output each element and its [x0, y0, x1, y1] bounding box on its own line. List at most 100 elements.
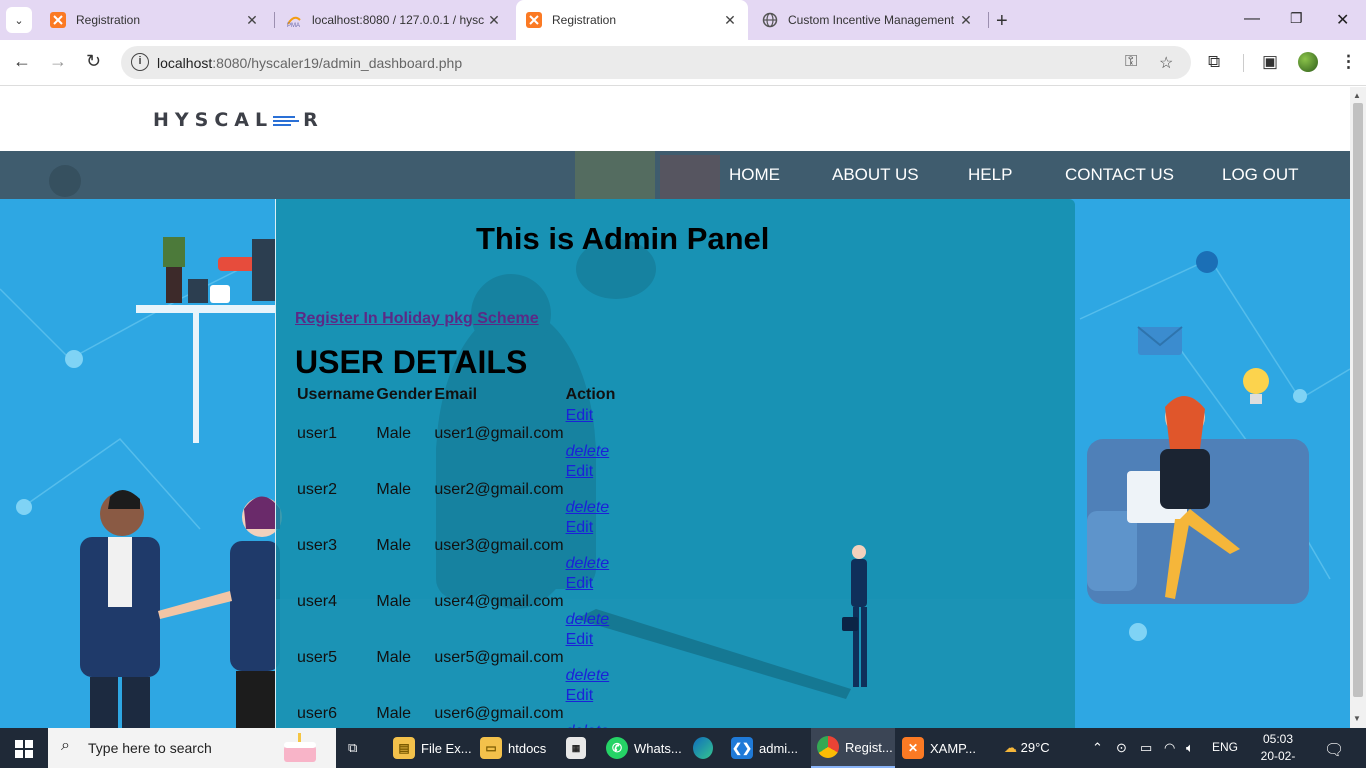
clock-date: 20-02-2024 — [1260, 749, 1296, 768]
taskbar-app-xampp[interactable]: ✕ XAMP... — [902, 728, 982, 768]
tab-title: localhost:8080 / 127.0.0.1 / hysc — [312, 13, 485, 27]
cell-username: user2 — [297, 481, 338, 498]
taskbar-app-chrome[interactable]: Regist... — [811, 728, 895, 768]
address-bar[interactable]: i localhost:8080/hyscaler19/admin_dashbo… — [121, 46, 1191, 79]
language-indicator[interactable]: ENG — [1212, 740, 1238, 754]
close-icon[interactable]: ✕ — [486, 12, 502, 29]
taskbar-app-edge[interactable] — [693, 728, 719, 768]
task-view-icon[interactable]: ⧉ — [348, 728, 374, 768]
tab-title: Registration — [552, 13, 617, 27]
nav-log-out[interactable]: LOG OUT — [1222, 165, 1299, 185]
reload-icon[interactable]: ↻ — [86, 51, 101, 72]
clock-time: 05:03 — [1262, 732, 1294, 746]
battery-icon[interactable]: ▭ — [1140, 740, 1152, 756]
xampp-icon — [50, 12, 66, 28]
weather-widget[interactable]: ☁ 29°C — [1004, 740, 1050, 756]
side-panel-icon[interactable]: ▣ — [1262, 52, 1278, 72]
edit-link[interactable]: Edit — [566, 575, 616, 593]
table-row: user2 Male user2@gmail.com Edit delete — [297, 463, 615, 517]
cell-action: Edit delete — [566, 463, 616, 517]
password-key-icon[interactable]: ⚿ — [1125, 53, 1137, 71]
globe-icon — [762, 12, 778, 28]
system-clock[interactable]: 05:03 20-02-2024 — [1250, 731, 1306, 768]
close-icon[interactable]: ✕ — [958, 12, 974, 29]
edit-link[interactable]: Edit — [566, 463, 616, 481]
page-scrollbar[interactable]: ▲ ▼ — [1350, 87, 1366, 728]
admin-panel: This is Admin Panel Register In Holiday … — [275, 199, 1075, 728]
edit-link[interactable]: Edit — [566, 687, 616, 705]
cell-gender: Male — [376, 537, 412, 554]
tab-title: Custom Incentive Management — [788, 13, 955, 27]
edge-icon — [693, 737, 713, 759]
cell-gender: Male — [376, 481, 412, 498]
cell-action: Editdelete — [566, 687, 616, 728]
tab-custom-incentive[interactable]: Custom Incentive Management ✕ — [752, 0, 984, 40]
nav-contact-us[interactable]: CONTACT US — [1065, 165, 1174, 185]
restore-icon[interactable]: ❐ — [1290, 10, 1303, 27]
cell-email: user4@gmail.com — [434, 593, 564, 610]
cell-action: Edit delete — [566, 575, 616, 629]
column-header: Username — [297, 386, 375, 403]
taskbar-app-whatsapp[interactable]: ✆ Whats... — [606, 728, 686, 768]
nav-help[interactable]: HELP — [968, 165, 1012, 185]
tab-phpmyadmin[interactable]: PMA localhost:8080 / 127.0.0.1 / hysc ✕ — [276, 0, 512, 40]
tab-registration-1[interactable]: Registration ✕ — [40, 0, 270, 40]
cell-action: Edit delete — [566, 407, 616, 461]
hyscaler-logo[interactable]: HYSCAL R — [153, 109, 324, 131]
taskbar-app-vscode[interactable]: ❮❯ admi... — [731, 728, 805, 768]
close-icon[interactable]: ✕ — [722, 12, 738, 29]
register-holiday-link[interactable]: Register In Holiday pkg Scheme — [295, 310, 539, 328]
taskbar-search-box[interactable]: ⌕ Type here to search — [48, 728, 336, 768]
url-text[interactable]: localhost:8080/hyscaler19/admin_dashboar… — [157, 55, 462, 71]
nav-home[interactable]: HOME — [729, 165, 780, 185]
more-menu-icon[interactable]: ⋮ — [1340, 52, 1357, 72]
windows-start-icon[interactable] — [15, 740, 33, 758]
taskbar-app-htdocs[interactable]: ▭ htdocs — [480, 728, 560, 768]
wifi-icon[interactable]: ◠ — [1164, 740, 1175, 756]
taskbar-app-label: File Ex... — [421, 740, 472, 756]
volume-icon[interactable]: 🔈︎ — [1186, 740, 1194, 756]
taskbar-app-file-explorer[interactable]: ▤ File Ex... — [393, 728, 473, 768]
tab-search-button[interactable]: ⌄ — [6, 7, 32, 33]
cell-email: user5@gmail.com — [434, 649, 564, 666]
table-row: user4 Male user4@gmail.com Edit delete — [297, 575, 615, 629]
delete-link[interactable]: delete — [566, 499, 616, 517]
back-arrow-icon[interactable]: ← — [13, 51, 31, 72]
forward-arrow-icon[interactable]: → — [49, 51, 67, 72]
site-info-icon[interactable]: i — [131, 53, 149, 71]
search-icon: ⌕ — [61, 737, 70, 754]
calendar-icon: ▦ — [566, 737, 586, 759]
profile-avatar[interactable] — [1298, 52, 1318, 72]
close-icon[interactable]: ✕ — [244, 12, 260, 29]
birthday-cake-icon — [284, 733, 316, 762]
edit-link[interactable]: Edit — [566, 407, 616, 425]
extensions-puzzle-icon[interactable]: ⧉ — [1208, 52, 1220, 72]
new-tab-plus-icon[interactable]: + — [996, 10, 1008, 33]
bookmark-star-icon[interactable]: ☆ — [1159, 53, 1173, 73]
scroll-down-arrow-icon[interactable]: ▼ — [1353, 714, 1361, 723]
delete-link[interactable]: delete — [566, 443, 616, 461]
cell-email: user2@gmail.com — [434, 481, 564, 498]
show-hidden-icons-chevron-icon[interactable]: ⌃ — [1092, 740, 1103, 756]
taskbar-app-calendar[interactable]: ▦ — [566, 728, 592, 768]
cell-gender: Male — [376, 425, 412, 442]
nav-about-us[interactable]: ABOUT US — [832, 165, 919, 185]
edit-link[interactable]: Edit — [566, 631, 616, 649]
scrollbar-thumb[interactable] — [1353, 103, 1363, 697]
minimize-icon[interactable]: — — [1244, 10, 1260, 28]
delete-link[interactable]: delete — [566, 555, 616, 573]
meet-now-icon[interactable]: ⊙ — [1116, 740, 1127, 756]
cell-email: user6@gmail.com — [434, 705, 564, 722]
toolbar-divider — [1243, 54, 1244, 72]
table-header-row: Username Gender Email Action — [297, 385, 615, 405]
taskbar-app-label: Regist... — [845, 739, 893, 755]
notification-icon[interactable]: 🗨︎ — [1324, 740, 1344, 760]
edit-link[interactable]: Edit — [566, 519, 616, 537]
scroll-up-arrow-icon[interactable]: ▲ — [1353, 91, 1361, 100]
window-close-icon[interactable]: ✕ — [1336, 10, 1349, 30]
main-navbar: HOME ABOUT US HELP CONTACT US LOG OUT — [0, 151, 1350, 199]
delete-link[interactable]: delete — [566, 667, 616, 685]
tab-registration-active[interactable]: Registration ✕ — [516, 0, 748, 40]
table-row: user3 Male user3@gmail.com Edit delete — [297, 519, 615, 573]
delete-link[interactable]: delete — [566, 611, 616, 629]
